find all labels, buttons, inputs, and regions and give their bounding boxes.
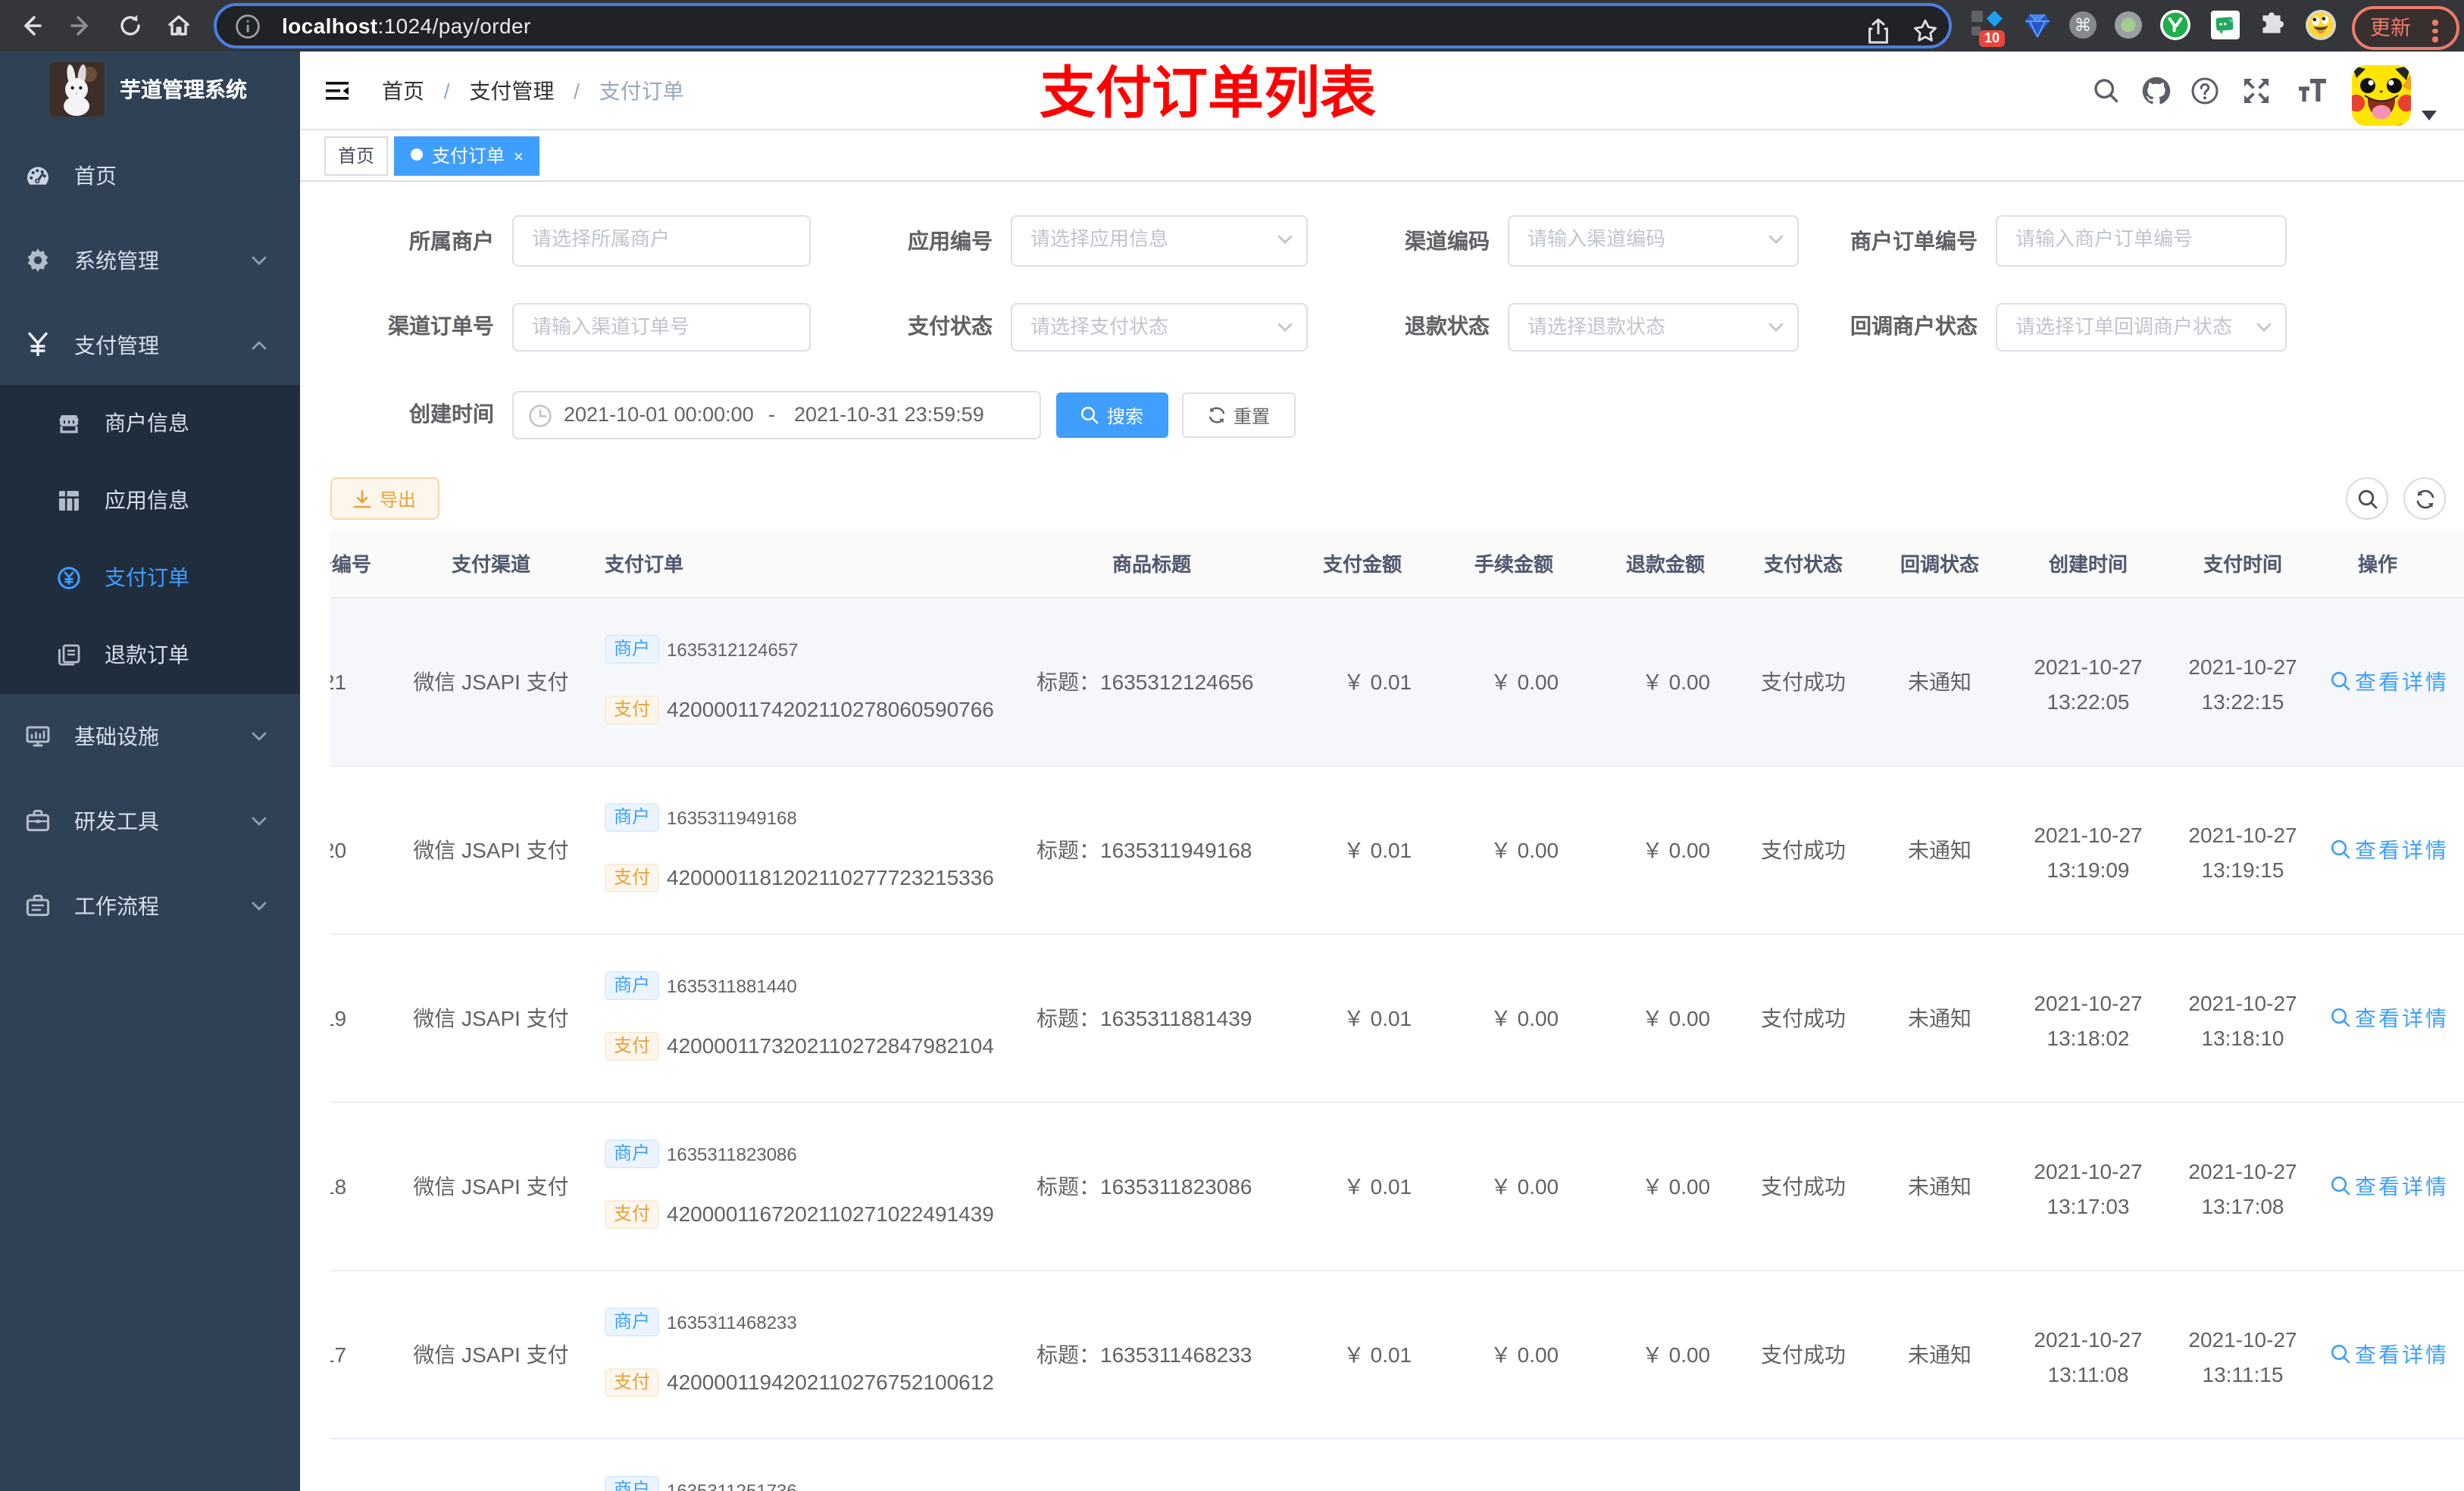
svg-text:⌘: ⌘ (2075, 15, 2092, 35)
